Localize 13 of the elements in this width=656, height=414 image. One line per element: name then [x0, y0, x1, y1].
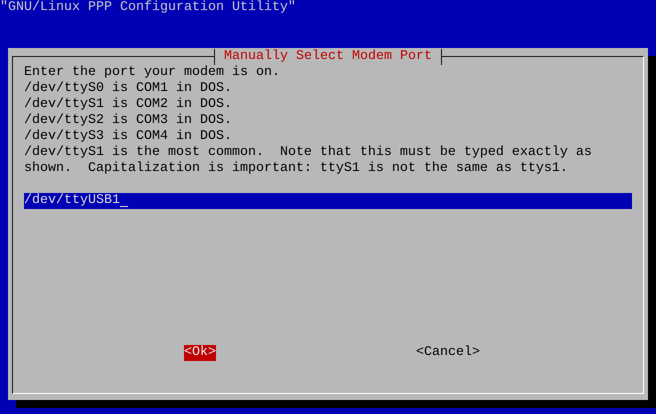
input-field[interactable]: /dev/ttyUSB1 — [24, 193, 632, 209]
message-line: shown. Capitalization is important: ttyS1 is not the same as ttys1. — [24, 161, 569, 177]
message-line: /dev/ttyS0 is COM1 in DOS. — [24, 81, 233, 97]
message-line: /dev/ttyS1 is COM2 in DOS. — [24, 97, 233, 113]
message-line: /dev/ttyS3 is COM4 in DOS. — [24, 129, 233, 145]
cancel-button[interactable]: <Cancel> — [416, 345, 480, 361]
screen-title: "GNU/Linux PPP Configuration Utility" — [0, 0, 297, 16]
ok-button[interactable]: <Ok> — [184, 345, 216, 361]
dialog-title: Manually Select Modem Port — [214, 49, 442, 65]
message-line: Enter the port your modem is on. — [24, 65, 281, 81]
message-line: /dev/ttyS2 is COM3 in DOS. — [24, 113, 233, 129]
text-cursor — [120, 206, 128, 207]
message-line: /dev/ttyS1 is the most common. Note that this must be typed exactly as — [24, 145, 593, 161]
